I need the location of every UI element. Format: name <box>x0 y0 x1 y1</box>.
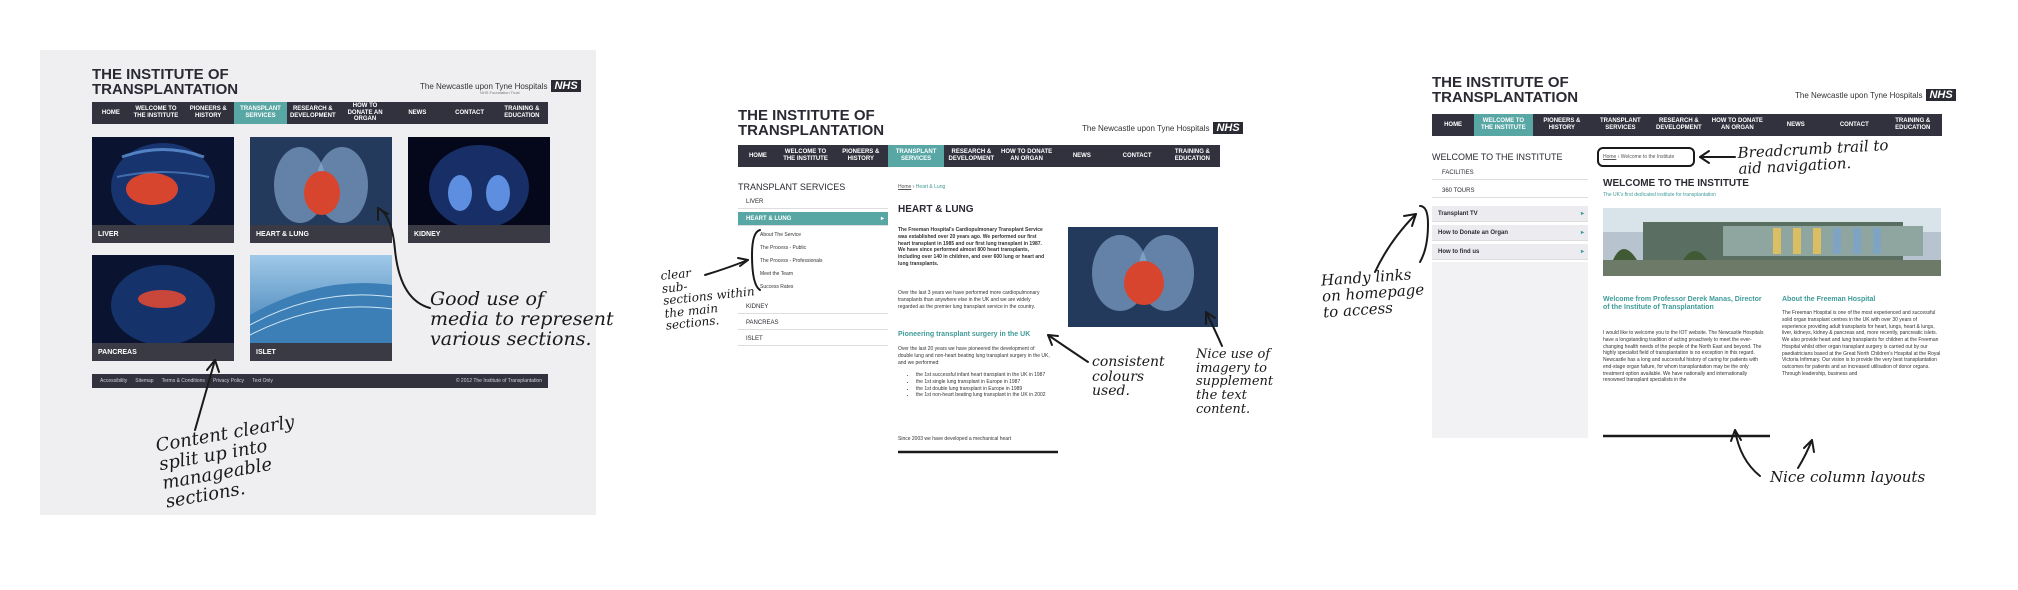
annotation-arrows <box>194 147 1815 477</box>
arrow-subsections <box>704 259 749 276</box>
arrow-columns-right <box>1797 439 1813 469</box>
arrow-colours <box>1047 334 1089 363</box>
breadcrumb-highlight <box>1597 147 1695 167</box>
arrow-media <box>377 207 431 309</box>
brace-subsections <box>750 229 761 291</box>
brace-handy-links <box>1419 205 1430 263</box>
arrow-content <box>194 359 216 431</box>
arrow-handy-links <box>1374 213 1417 273</box>
